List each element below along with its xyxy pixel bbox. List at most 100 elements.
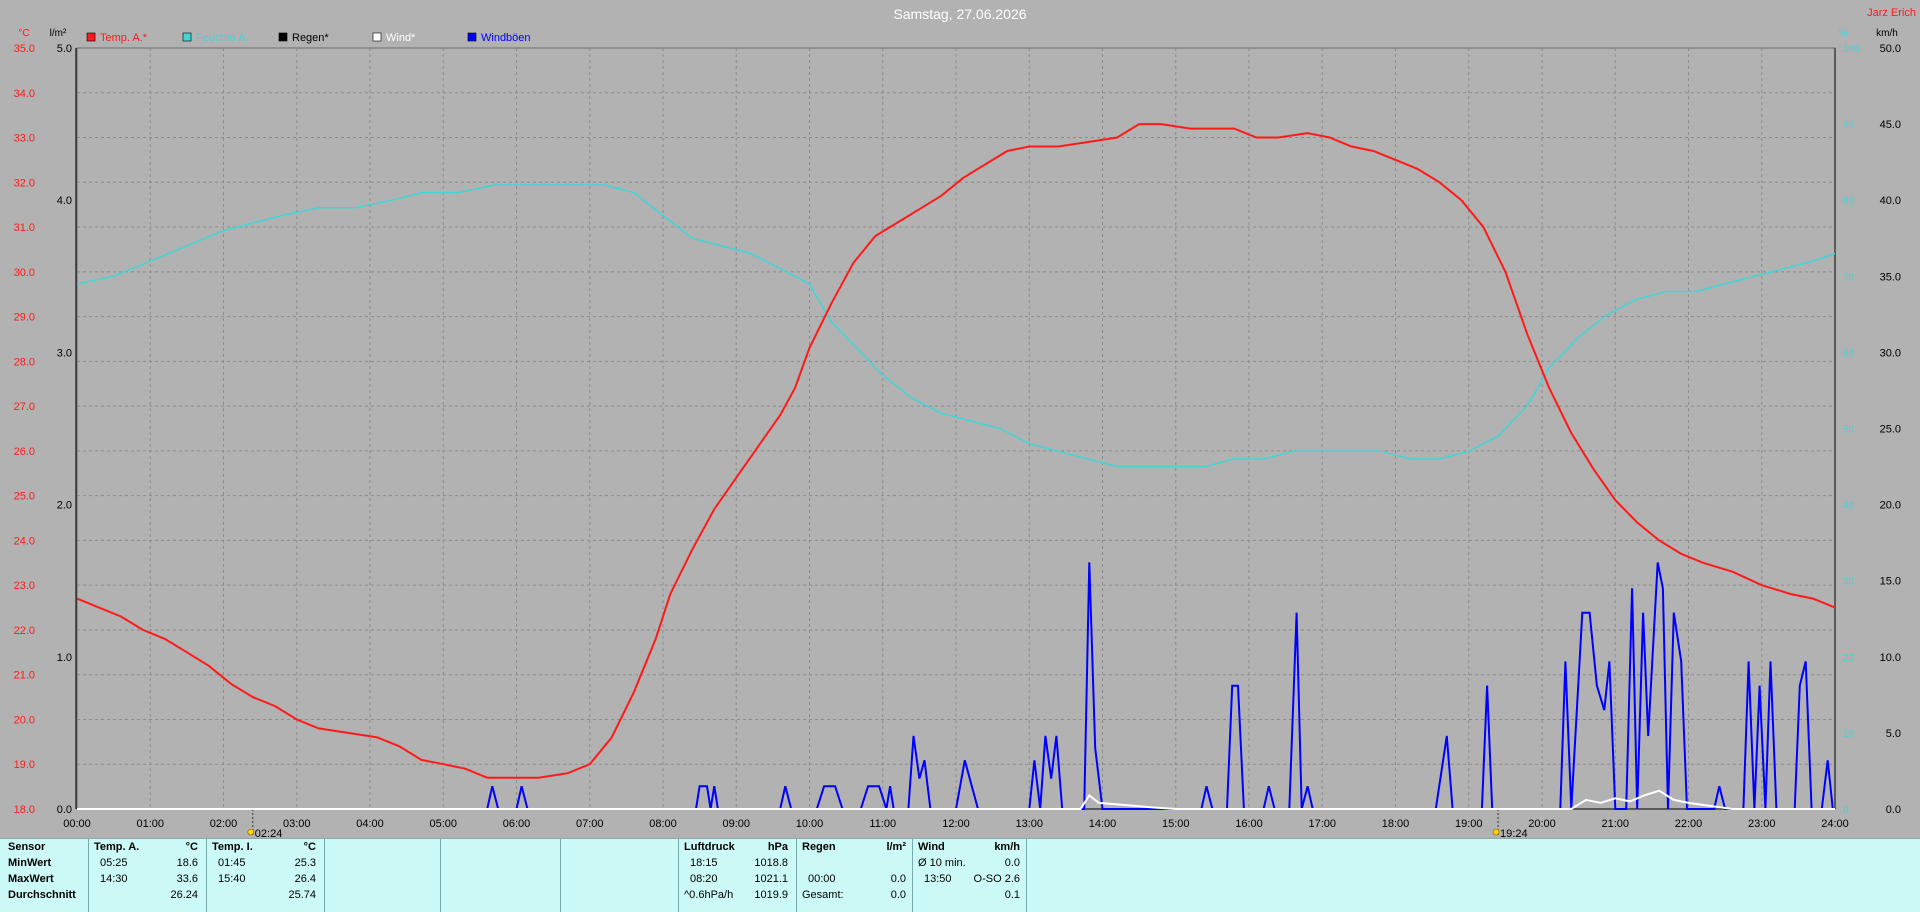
temp-tick-label: 31.0 [14,222,35,234]
wind-axis-unit: km/h [1876,28,1898,39]
chart-grid [75,47,1836,810]
sun-marker-icon [1492,828,1500,836]
wind-avg10: 0.0 [1004,857,1020,869]
temp-tick-label: 21.0 [14,670,35,682]
legend-label: Temp. A.* [100,32,148,44]
temp-a-min-time: 05:25 [100,857,128,869]
wind-tick-label: 10.0 [1880,652,1901,664]
rain-axis-unit: l/m² [50,28,67,39]
legend-label: Feuchte A. [196,32,249,44]
x-tick-label: 13:00 [1015,818,1043,830]
x-tick-label: 02:00 [210,818,238,830]
temp-axis-unit: °C [18,28,29,39]
temp-tick-label: 23.0 [14,580,35,592]
rain-total-label: Gesamt: [802,889,844,901]
rain-tick-label: 5.0 [57,43,72,55]
temp-tick-label: 28.0 [14,356,35,368]
rain-max: 0.0 [890,873,906,885]
humidity-tick-label: 0 [1843,805,1849,816]
sensor-header: Sensor [8,841,46,853]
x-tick-label: 24:00 [1821,818,1849,830]
sun-marker-icon [247,828,255,836]
humidity-tick-label: 60 [1843,348,1855,359]
legend-label: Windböen [481,32,531,44]
chart-legend: Temp. A.* Feuchte A. Regen* Wind* Windböen [86,32,531,44]
x-tick-label: 19:00 [1455,818,1483,830]
pressure-max-time: 08:20 [690,873,718,885]
x-tick-label: 10:00 [796,818,824,830]
x-tick-label: 22:00 [1675,818,1703,830]
temp-i-max: 26.4 [294,873,316,885]
temp-a-unit: °C [185,841,198,853]
x-tick-label: 17:00 [1308,818,1336,830]
x-tick-label: 18:00 [1382,818,1410,830]
rain-max-time: 00:00 [808,873,836,885]
pressure-header: Luftdruck [684,841,735,853]
pressure-unit: hPa [767,841,788,853]
legend-label: Regen* [292,32,329,44]
wind-tick-label: 0.0 [1886,804,1901,816]
temp-tick-label: 33.0 [14,133,35,145]
pressure-trend: ^0.6hPa/h [684,889,734,901]
x-tick-label: 04:00 [356,818,384,830]
pressure-min: 1018.8 [754,857,788,869]
rain-tick-label: 0.0 [57,804,72,816]
pressure-avg: 1019.9 [754,889,788,901]
gust-line [77,562,1834,810]
row-label-min: MinWert [8,857,52,869]
x-tick-label: 15:00 [1162,818,1190,830]
temp-i-min-time: 01:45 [218,857,246,869]
x-tick-label: 21:00 [1601,818,1629,830]
temp-a-avg: 26.24 [170,889,198,901]
x-tick-label: 06:00 [503,818,531,830]
sun-marker-label: 02:24 [255,828,283,838]
x-tick-label: 05:00 [429,818,457,830]
chart-title: Samstag, 27.06.2026 [893,6,1026,22]
temp-tick-label: 20.0 [14,714,35,726]
wind-header: Wind [918,841,945,853]
legend-swatch [467,32,477,42]
rain-tick-label: 2.0 [57,500,72,512]
temp-i-avg: 25.74 [288,889,316,901]
temp-tick-label: 24.0 [14,535,35,547]
rain-unit: l/m² [886,841,906,853]
temp-i-max-time: 15:40 [218,873,246,885]
rain-header: Regen [802,841,836,853]
row-label-avg: Durchschnitt [8,889,76,901]
x-tick-label: 23:00 [1748,818,1776,830]
legend-swatch [182,32,192,42]
humidity-tick-label: 30 [1843,577,1855,588]
wind-tick-label: 45.0 [1880,119,1901,131]
temp-tick-label: 19.0 [14,759,35,771]
x-tick-label: 07:00 [576,818,604,830]
humidity-tick-label: 70 [1843,272,1855,283]
humidity-tick-label: 50 [1843,425,1855,436]
temp-tick-label: 22.0 [14,625,35,637]
temp-tick-label: 18.0 [14,804,35,816]
wind-tick-label: 20.0 [1880,500,1901,512]
x-tick-label: 09:00 [722,818,750,830]
x-tick-label: 01:00 [136,818,164,830]
sun-marker-label: 19:24 [1500,828,1528,838]
legend-label: Wind* [386,32,416,44]
wind-tick-label: 30.0 [1880,347,1901,359]
humidity-tick-label: 40 [1843,501,1855,512]
rain-tick-label: 4.0 [57,195,72,207]
temp-a-max: 33.6 [176,873,198,885]
legend-swatch [278,32,288,42]
weather-chart: Samstag, 27.06.2026 Jarz Erich °C l/m² %… [14,6,1916,838]
temp-tick-label: 32.0 [14,177,35,189]
humidity-tick-label: 90 [1843,120,1855,131]
humidity-tick-label: 20 [1843,653,1855,664]
wind-avg: 0.1 [1004,889,1020,901]
temp-tick-label: 29.0 [14,312,35,324]
wind-tick-label: 15.0 [1880,576,1901,588]
x-axis: 00:00 01:00 02:00 03:00 04:00 05:00 06:00 07:00… [63,809,1849,838]
row-label-max: MaxWert [8,873,54,885]
wind-tick-label: 35.0 [1880,271,1901,283]
temp-i-unit: °C [303,841,316,853]
x-tick-label: 00:00 [63,818,91,830]
x-tick-label: 12:00 [942,818,970,830]
humidity-tick-label: 80 [1843,196,1855,207]
wind-tick-label: 40.0 [1880,195,1901,207]
